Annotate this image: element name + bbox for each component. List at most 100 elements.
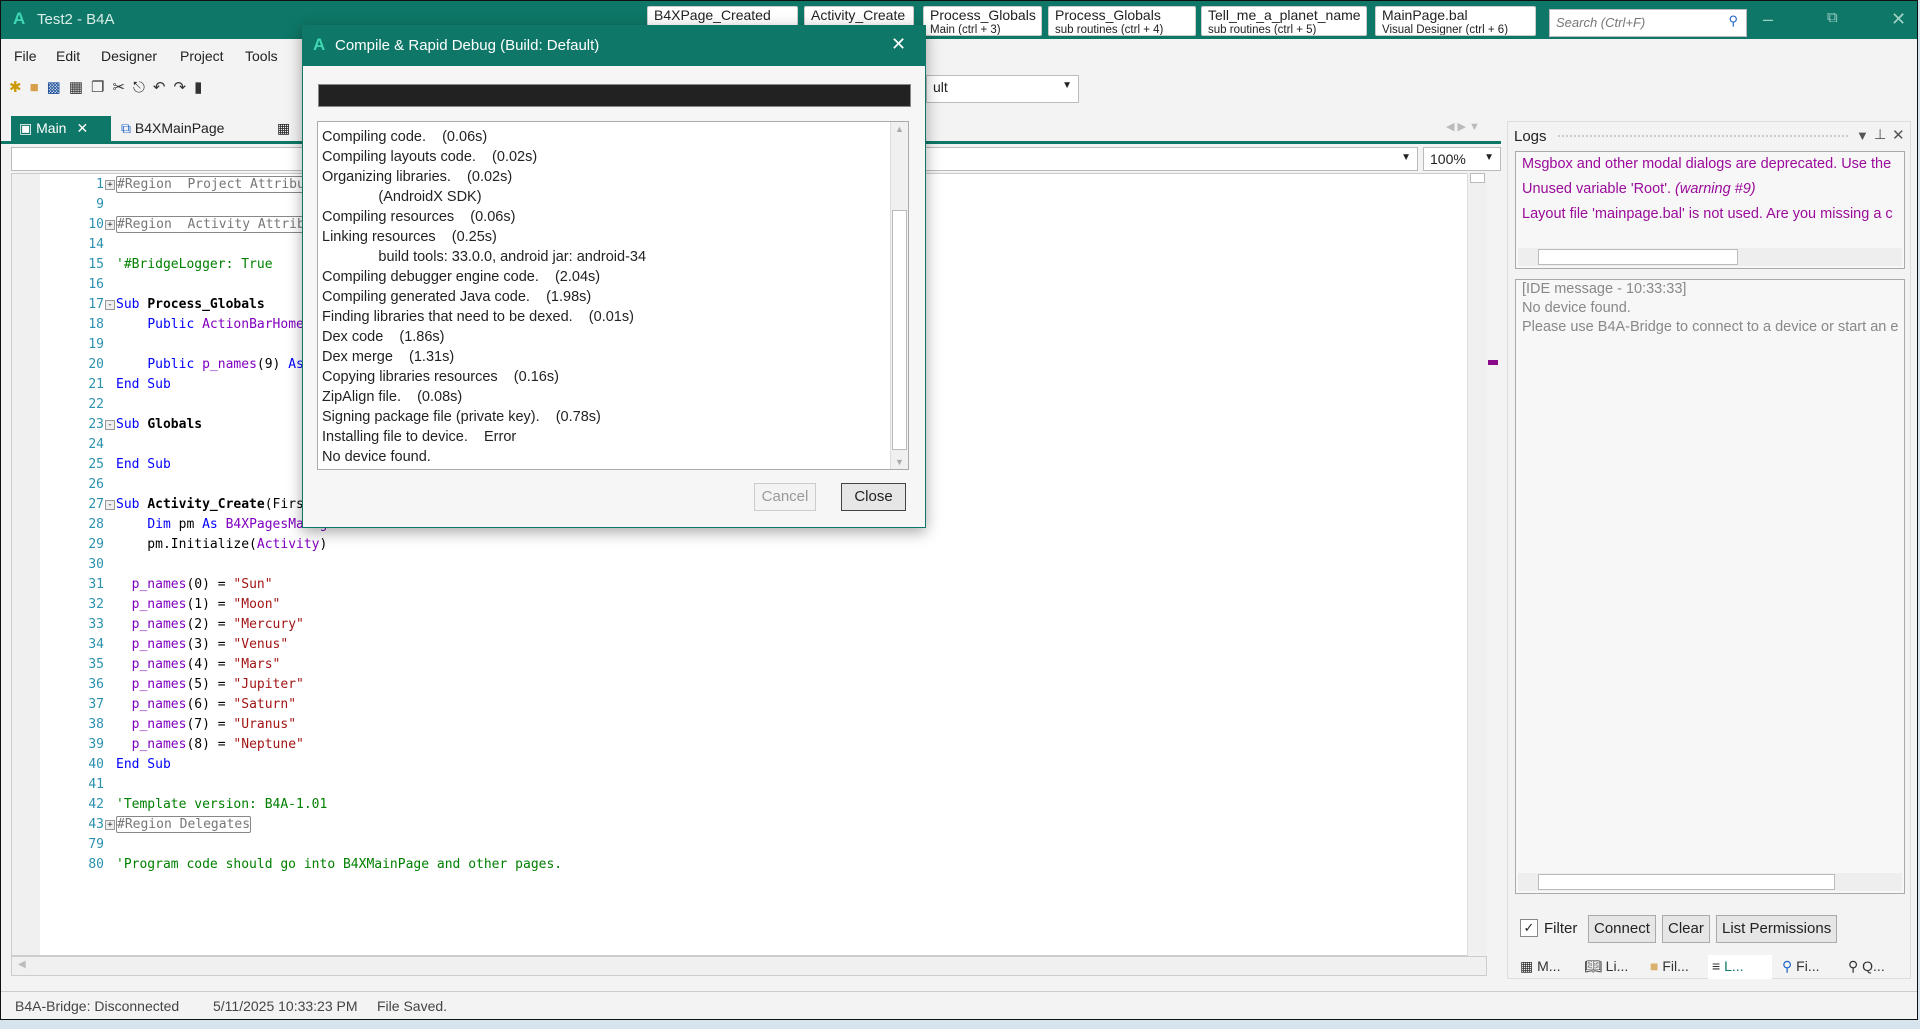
scrollbar-thumb[interactable] (1538, 874, 1835, 890)
code-line[interactable]: 42 'Template version: B4A-1.01 (12, 795, 1472, 815)
menu-designer[interactable]: Designer (101, 48, 157, 64)
ide-message-header: [IDE message - 10:33:33] (1522, 281, 1687, 297)
bottom-tab-files[interactable]: ■ Fil... (1646, 955, 1693, 979)
quick-tab-mainpage-bal[interactable]: MainPage.bal Visual Designer (ctrl + 6) (1375, 6, 1536, 36)
bookmark-icon[interactable]: ▮ (194, 78, 202, 96)
code-token: p_names (116, 677, 187, 692)
line-number: 43 (88, 817, 104, 832)
bottom-tab-logs[interactable]: ≡ L... (1708, 955, 1772, 979)
ide-messages-list[interactable]: [IDE message - 10:33:33] No device found… (1515, 279, 1905, 894)
close-panel-icon[interactable]: ✕ (1892, 126, 1905, 144)
code-line[interactable]: 38 p_names(7) = "Uranus" (12, 715, 1472, 735)
code-line[interactable]: 37 p_names(6) = "Saturn" (12, 695, 1472, 715)
list-permissions-button[interactable]: List Permissions (1716, 915, 1838, 943)
bottom-tab-quick-search[interactable]: ⚲ Q... (1844, 955, 1889, 979)
compile-log-scrollbar[interactable]: ▲ ▼ (890, 122, 908, 469)
close-button[interactable]: Close (841, 483, 906, 511)
code-line[interactable]: 30 (12, 555, 1472, 575)
code-line[interactable]: 80 'Program code should go into B4XMainPa… (12, 855, 1472, 875)
menu-edit[interactable]: Edit (56, 48, 80, 64)
bottom-tab-modules[interactable]: ▦ M... (1516, 955, 1564, 979)
tab-scroll-arrows-icon[interactable]: ◀ ▶ ▼ (1446, 120, 1480, 133)
tab-main[interactable]: ▣ Main ✕ (11, 116, 111, 142)
editor-horizontal-scrollbar[interactable]: ◀ (11, 956, 1487, 976)
line-number: 19 (88, 337, 104, 352)
warnings-horizontal-scrollbar[interactable] (1518, 248, 1902, 266)
paste-icon[interactable]: ⎋ (133, 79, 145, 96)
open-folder-icon[interactable]: ■ (30, 79, 39, 96)
quick-tab-process-globals-subroutines[interactable]: Process_Globals sub routines (ctrl + 4) (1048, 6, 1196, 36)
code-line[interactable]: 39 p_names(8) = "Neptune" (12, 735, 1472, 755)
warning-marker[interactable] (1488, 360, 1498, 365)
scrollbar-thumb[interactable] (892, 210, 907, 450)
code-token: (7) = (186, 717, 234, 732)
clear-button[interactable]: Clear (1662, 915, 1710, 943)
collapse-region-icon[interactable]: - (105, 300, 115, 310)
line-number: 40 (88, 757, 104, 772)
bottom-tab-libraries[interactable]: 📖︎ Li... (1580, 955, 1632, 979)
compile-log[interactable]: Compiling code. (0.06s) Compiling layouts… (317, 121, 909, 470)
code-line[interactable]: 31 p_names(0) = "Sun" (12, 575, 1472, 595)
code-line[interactable]: 36 p_names(5) = "Jupiter" (12, 675, 1472, 695)
filter-checkbox[interactable]: ✓ (1520, 919, 1538, 937)
panel-menu-icon[interactable]: ▼ (1856, 128, 1869, 143)
code-line[interactable]: 41 (12, 775, 1472, 795)
quick-tab-process-globals-main[interactable]: Process_Globals Main (ctrl + 3) (923, 6, 1042, 36)
close-icon[interactable]: ✕ (1891, 9, 1906, 30)
copy-icon[interactable]: ❐ (91, 78, 104, 96)
scrollbar-thumb[interactable] (1538, 249, 1738, 265)
undo-icon[interactable]: ↶ (153, 78, 166, 96)
save-all-icon[interactable]: ▦ (69, 78, 83, 96)
scroll-down-icon[interactable]: ▼ (895, 457, 904, 467)
restore-icon[interactable]: ⧉ (1827, 9, 1838, 26)
close-tab-icon[interactable]: ✕ (76, 120, 88, 136)
redo-icon[interactable]: ↷ (174, 78, 187, 96)
expand-region-icon[interactable]: + (105, 220, 115, 230)
menu-project[interactable]: Project (180, 48, 224, 64)
scroll-left-icon[interactable]: ◀ (18, 959, 26, 970)
cancel-button[interactable]: Cancel (754, 483, 816, 511)
search-input[interactable]: Search (Ctrl+F) ⚲ (1549, 9, 1747, 37)
messages-horizontal-scrollbar[interactable] (1518, 873, 1902, 891)
compile-log-line: Compiling resources (0.06s) (322, 209, 516, 225)
zoom-dropdown[interactable]: 100% ▼ (1423, 147, 1501, 171)
new-file-icon[interactable]: ✱ (9, 78, 22, 96)
search-icon[interactable]: ⚲ (1728, 13, 1738, 29)
ide-window: A Test2 - B4A B4XPage_Created Activity_C… (0, 0, 1918, 1020)
code-line[interactable]: 33 p_names(2) = "Mercury" (12, 615, 1472, 635)
pin-icon[interactable]: ⊥ (1874, 126, 1886, 143)
code-line[interactable]: 43 + #Region Delegates (12, 815, 1472, 835)
warning-item[interactable]: Layout file 'mainpage.bal' is not used. … (1516, 202, 1904, 227)
collapse-region-icon[interactable]: - (105, 500, 115, 510)
build-configuration-dropdown[interactable]: ult ▼ (926, 75, 1079, 103)
quick-tab-tell-me-a-planet-name[interactable]: Tell_me_a_planet_name sub routines (ctrl … (1201, 6, 1367, 36)
code-line[interactable]: 40 End Sub (12, 755, 1472, 775)
panel-grip[interactable] (1558, 135, 1848, 140)
code-line[interactable]: 35 p_names(4) = "Mars" (12, 655, 1472, 675)
connect-button[interactable]: Connect (1588, 915, 1656, 943)
menu-tools[interactable]: Tools (245, 48, 278, 64)
save-icon[interactable]: ▩ (47, 78, 61, 96)
dialog-title-bar[interactable]: A Compile & Rapid Debug (Build: Default)… (303, 26, 925, 66)
dialog-close-icon[interactable]: ✕ (891, 34, 906, 55)
warnings-list[interactable]: Msgbox and other modal dialogs are depre… (1515, 151, 1905, 269)
menu-file[interactable]: File (14, 48, 37, 64)
tab-b4xmainpage[interactable]: ⧉ B4XMainPage (113, 116, 232, 142)
warning-item[interactable]: Unused variable 'Root'. (warning #9) (1516, 177, 1904, 202)
tab-s[interactable]: ▦ s (269, 116, 299, 142)
cut-icon[interactable]: ✂ (112, 78, 125, 96)
expand-region-icon[interactable]: + (105, 820, 115, 830)
minimize-icon[interactable]: – (1763, 9, 1773, 30)
code-line[interactable]: 32 p_names(1) = "Moon" (12, 595, 1472, 615)
code-line[interactable]: 34 p_names(3) = "Venus" (12, 635, 1472, 655)
scrollbar-thumb[interactable] (1470, 173, 1485, 183)
line-number: 32 (88, 597, 104, 612)
code-line[interactable]: 29 pm.Initialize(Activity) (12, 535, 1472, 555)
editor-vertical-scrollbar[interactable] (1467, 173, 1498, 956)
scroll-up-icon[interactable]: ▲ (895, 124, 904, 134)
collapse-region-icon[interactable]: - (105, 420, 115, 430)
expand-region-icon[interactable]: + (105, 180, 115, 190)
bottom-tab-find[interactable]: ⚲ Fi... (1778, 955, 1824, 979)
code-line[interactable]: 79 (12, 835, 1472, 855)
warning-item[interactable]: Msgbox and other modal dialogs are depre… (1516, 152, 1904, 177)
